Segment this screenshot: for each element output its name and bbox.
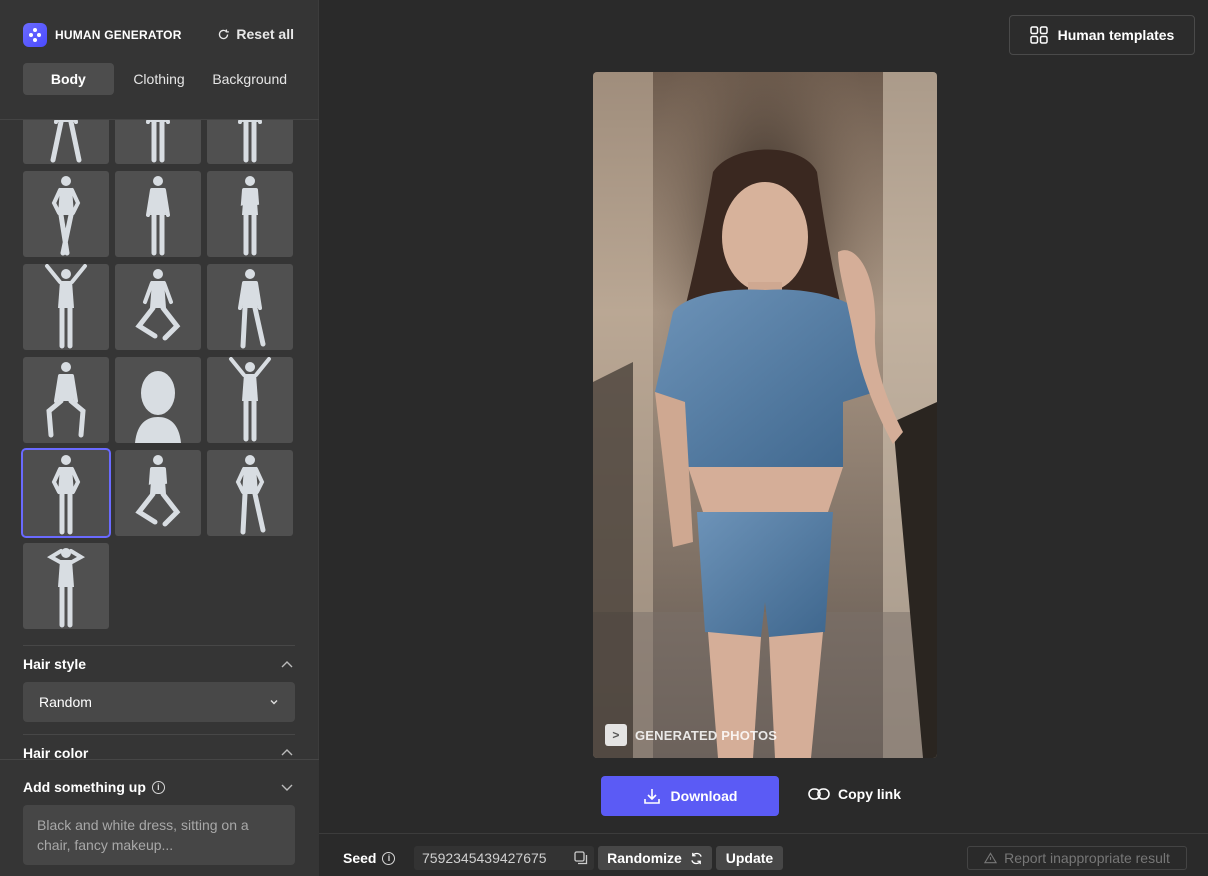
seed-label-group: Seed i: [343, 850, 396, 866]
app-title: HUMAN GENERATOR: [55, 28, 182, 42]
mannequin-icon: [238, 120, 262, 163]
pose-thumbnail[interactable]: [115, 264, 201, 350]
hair-style-value: Random: [39, 694, 92, 710]
randomize-label: Randomize: [607, 850, 682, 866]
pose-thumbnail[interactable]: [207, 171, 293, 257]
pose-picker[interactable]: [0, 120, 319, 635]
brand-logo-icon: [23, 23, 47, 47]
copy-link-label: Copy link: [838, 786, 902, 802]
mannequin-icon: [45, 264, 87, 349]
pose-thumbnail[interactable]: [207, 357, 293, 443]
human-templates-label: Human templates: [1057, 27, 1175, 43]
report-label: Report inappropriate result: [1004, 850, 1170, 866]
hair-style-select[interactable]: Random: [23, 682, 295, 722]
mannequin-icon: [51, 176, 81, 256]
chevron-down-icon[interactable]: [280, 780, 294, 794]
divider: [23, 734, 295, 735]
chevron-up-icon[interactable]: [280, 658, 294, 672]
pose-thumbnail[interactable]: [115, 120, 201, 164]
reset-icon: [219, 28, 230, 39]
seed-bar: Seed i 7592345439427675 Randomize Update…: [319, 833, 1208, 876]
mannequin-icon: [135, 269, 181, 341]
mannequin-icon: [235, 455, 266, 535]
pose-thumbnail[interactable]: [115, 171, 201, 257]
seed-input[interactable]: 7592345439427675: [414, 846, 594, 870]
pose-thumbnail[interactable]: [23, 264, 109, 350]
chevron-up-icon[interactable]: [280, 746, 294, 760]
mannequin-icon: [229, 357, 271, 442]
generated-photo-image: [593, 72, 937, 758]
add-something-panel: Add something up i: [0, 759, 319, 876]
copy-icon[interactable]: [574, 851, 588, 865]
tab-body[interactable]: Body: [23, 63, 114, 95]
mannequin-icon: [240, 176, 260, 256]
grid-icon: [1029, 26, 1048, 44]
info-icon[interactable]: i: [382, 851, 396, 865]
download-button[interactable]: Download: [601, 776, 779, 816]
download-label: Download: [670, 788, 738, 804]
link-icon: [808, 788, 830, 800]
tab-background[interactable]: Background: [204, 63, 295, 95]
seed-label: Seed: [343, 850, 377, 866]
copy-link-button[interactable]: Copy link: [808, 786, 901, 802]
generated-photos-logo-icon: >: [605, 724, 627, 746]
mannequin-icon: [51, 455, 81, 535]
report-button[interactable]: Report inappropriate result: [967, 846, 1187, 870]
mannequin-icon: [146, 120, 170, 163]
pose-thumbnail[interactable]: [207, 264, 293, 350]
download-icon: [643, 789, 660, 804]
warning-icon: [984, 852, 998, 864]
pose-thumbnail[interactable]: [23, 171, 109, 257]
info-icon[interactable]: i: [151, 780, 165, 794]
generated-photo: > GENERATED PHOTOS: [593, 72, 937, 758]
mannequin-icon: [146, 176, 170, 256]
human-templates-button[interactable]: Human templates: [1009, 15, 1195, 55]
pose-grid: [21, 120, 293, 629]
add-something-header[interactable]: Add something up i: [23, 779, 165, 795]
mannequin-icon: [47, 548, 85, 628]
app-root: HUMAN GENERATOR Reset all Body Clothing …: [0, 0, 1208, 876]
sidebar: HUMAN GENERATOR Reset all Body Clothing …: [0, 0, 319, 876]
brand[interactable]: HUMAN GENERATOR: [23, 23, 182, 47]
update-button[interactable]: Update: [716, 846, 783, 870]
sidebar-tabs: Body Clothing Background: [23, 63, 295, 95]
mannequin-icon: [238, 269, 266, 349]
pose-thumbnail[interactable]: [207, 120, 293, 164]
pose-thumbnail[interactable]: [115, 450, 201, 536]
refresh-icon: [691, 852, 702, 864]
reset-all-button[interactable]: Reset all: [217, 26, 294, 42]
hair-style-title: Hair style: [23, 656, 87, 672]
divider: [23, 645, 295, 646]
prompt-input[interactable]: [23, 805, 295, 865]
randomize-button[interactable]: Randomize: [598, 846, 712, 870]
pose-thumbnail[interactable]: [21, 448, 111, 538]
add-something-title: Add something up: [23, 779, 146, 795]
watermark: > GENERATED PHOTOS: [605, 724, 777, 746]
watermark-text: GENERATED PHOTOS: [635, 727, 778, 743]
pose-thumbnail[interactable]: [207, 450, 293, 536]
chevron-down-icon: [270, 700, 278, 705]
pose-thumbnail[interactable]: [23, 543, 109, 629]
mannequin-icon: [46, 362, 86, 438]
mannequin-icon: [135, 455, 181, 527]
pose-thumbnail[interactable]: [115, 357, 201, 443]
tab-clothing[interactable]: Clothing: [114, 63, 205, 95]
pose-thumbnail[interactable]: [23, 357, 109, 443]
mannequin-icon: [135, 371, 181, 443]
pose-thumbnail[interactable]: [23, 120, 109, 164]
reset-all-label: Reset all: [236, 26, 294, 42]
mannequin-icon: [50, 120, 82, 163]
